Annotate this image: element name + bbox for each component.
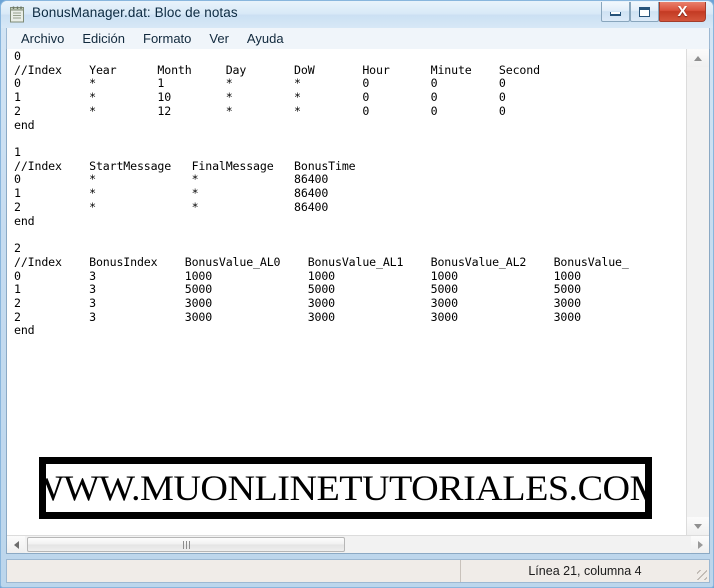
resize-grip-icon[interactable] xyxy=(697,570,707,580)
horizontal-scroll-thumb[interactable] xyxy=(27,537,345,552)
text-editor[interactable]: 0 //Index Year Month Day DoW Hour Minute… xyxy=(7,49,686,535)
close-icon: X xyxy=(677,3,688,20)
scroll-up-button[interactable] xyxy=(687,49,709,67)
menu-item-ayuda[interactable]: Ayuda xyxy=(238,30,293,48)
chevron-right-icon xyxy=(697,540,703,549)
maximize-button[interactable] xyxy=(630,2,659,22)
watermark-text: WWW.MUONLINETUTORIALES.COM xyxy=(39,468,652,508)
scroll-down-button[interactable] xyxy=(687,517,709,535)
close-button[interactable]: X xyxy=(659,2,706,22)
status-bar-position-pane: Línea 21, columna 4 xyxy=(461,560,709,582)
chevron-left-icon xyxy=(13,540,19,549)
editor-text[interactable]: 0 //Index Year Month Day DoW Hour Minute… xyxy=(14,49,629,338)
menu-item-formato[interactable]: Formato xyxy=(134,30,200,48)
title-bar[interactable]: BonusManager.dat: Bloc de notas X xyxy=(1,1,713,28)
menu-item-edicion[interactable]: Edición xyxy=(73,30,134,48)
chevron-down-icon xyxy=(694,523,702,529)
cursor-position-text: Línea 21, columna 4 xyxy=(528,564,642,578)
window-title: BonusManager.dat: Bloc de notas xyxy=(32,5,238,20)
chevron-up-icon xyxy=(694,55,702,61)
notepad-window: BonusManager.dat: Bloc de notas X Archiv… xyxy=(0,0,714,588)
minimize-icon xyxy=(610,12,621,16)
watermark-banner: WWW.MUONLINETUTORIALES.COM xyxy=(39,457,652,519)
menu-item-ver[interactable]: Ver xyxy=(200,30,238,48)
status-bar: Línea 21, columna 4 xyxy=(6,559,710,583)
scroll-left-button[interactable] xyxy=(7,536,25,553)
scroll-right-button[interactable] xyxy=(691,536,709,553)
maximize-icon xyxy=(639,6,650,17)
menu-item-archivo[interactable]: Archivo xyxy=(12,30,73,48)
vertical-scrollbar[interactable] xyxy=(686,49,709,535)
menu-bar: Archivo Edición Formato Ver Ayuda xyxy=(6,28,710,49)
status-bar-left-pane xyxy=(7,560,461,582)
editor-client-area: 0 //Index Year Month Day DoW Hour Minute… xyxy=(6,49,710,554)
notepad-icon xyxy=(10,6,25,23)
horizontal-scrollbar[interactable] xyxy=(7,535,709,553)
minimize-button[interactable] xyxy=(601,2,630,22)
scroll-thumb-grip-icon xyxy=(182,540,190,549)
